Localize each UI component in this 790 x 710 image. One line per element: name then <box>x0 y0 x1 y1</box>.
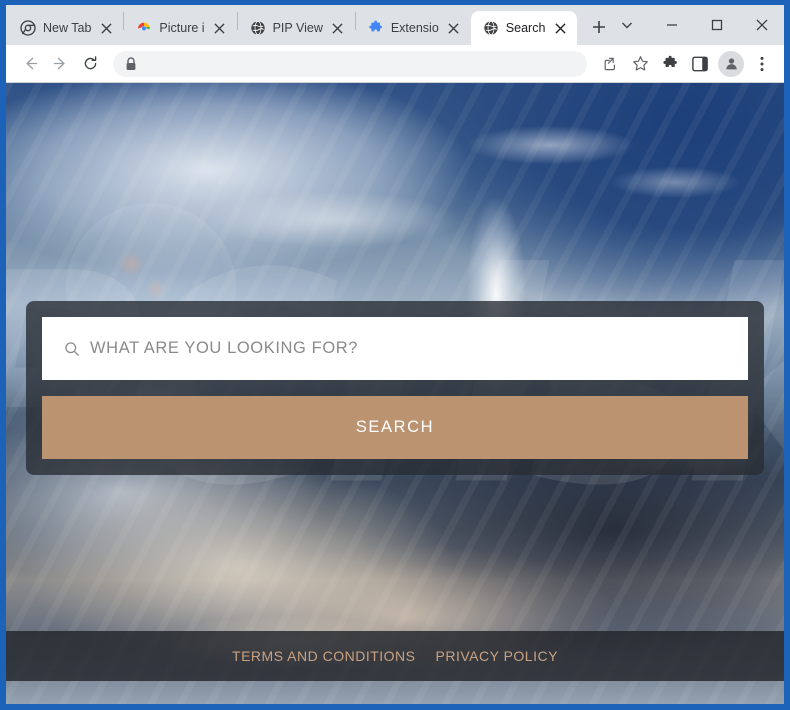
window-controls <box>604 5 784 45</box>
share-icon[interactable] <box>596 50 624 78</box>
browser-window-inner: New Tab Picture i PIP View Extensio Sear… <box>6 5 784 704</box>
chrome-logo-icon <box>20 20 36 36</box>
tab-close-icon[interactable] <box>98 20 114 36</box>
toolbar-right-actions <box>596 50 776 78</box>
browser-window: New Tab Picture i PIP View Extensio Sear… <box>0 0 790 710</box>
tab-label: Search <box>505 21 546 35</box>
tab-new-tab[interactable]: New Tab <box>8 11 123 45</box>
globe-icon <box>484 20 498 36</box>
tab-label: PIP View <box>272 21 323 35</box>
chrome-color-icon <box>138 22 151 31</box>
puzzle-icon <box>369 20 382 32</box>
star-icon[interactable] <box>626 50 654 78</box>
privacy-policy-link[interactable]: PRIVACY POLICY <box>436 648 558 664</box>
tab-strip: New Tab Picture i PIP View Extensio Sear… <box>6 5 784 45</box>
avatar[interactable] <box>718 50 744 77</box>
lock-icon <box>126 56 136 70</box>
three-dot-menu-icon[interactable] <box>748 50 776 78</box>
tab-picture-in-picture[interactable]: Picture i <box>124 11 236 45</box>
tab-extensions[interactable]: Extensio <box>356 11 471 45</box>
tab-close-icon[interactable] <box>212 20 228 36</box>
browser-toolbar <box>6 45 784 83</box>
forward-arrow-icon[interactable] <box>46 50 74 78</box>
search-icon <box>65 341 79 356</box>
tab-label: Picture i <box>159 21 205 35</box>
tab-search[interactable]: Search <box>470 11 578 45</box>
tab-close-icon[interactable] <box>446 20 462 36</box>
maximize-icon[interactable] <box>694 7 739 43</box>
terms-and-conditions-link[interactable]: TERMS AND CONDITIONS <box>232 648 415 664</box>
search-input-placeholder: WHAT ARE YOU LOOKING FOR? <box>90 339 359 357</box>
tab-pip-view[interactable]: PIP View <box>238 11 355 45</box>
address-bar[interactable] <box>113 50 587 77</box>
search-panel: WHAT ARE YOU LOOKING FOR? SEARCH <box>26 301 764 475</box>
chevron-down-icon[interactable] <box>604 7 649 43</box>
tab-label: Extensio <box>390 21 439 35</box>
globe-icon <box>250 20 265 36</box>
page-footer: TERMS AND CONDITIONS PRIVACY POLICY <box>6 631 784 681</box>
puzzle-icon[interactable] <box>656 50 684 78</box>
close-icon[interactable] <box>739 7 784 43</box>
tab-label: New Tab <box>43 21 92 35</box>
tab-close-icon[interactable] <box>552 20 568 36</box>
search-button[interactable]: SEARCH <box>42 396 748 459</box>
side-panel-icon[interactable] <box>686 50 714 78</box>
tab-close-icon[interactable] <box>330 20 346 36</box>
back-arrow-icon[interactable] <box>16 50 44 78</box>
minimize-icon[interactable] <box>649 7 694 43</box>
page-viewport: PCrisk WHAT ARE YOU LOOKING FOR? SEARCH … <box>6 83 784 704</box>
reload-icon[interactable] <box>76 50 104 78</box>
search-input[interactable]: WHAT ARE YOU LOOKING FOR? <box>42 317 748 380</box>
